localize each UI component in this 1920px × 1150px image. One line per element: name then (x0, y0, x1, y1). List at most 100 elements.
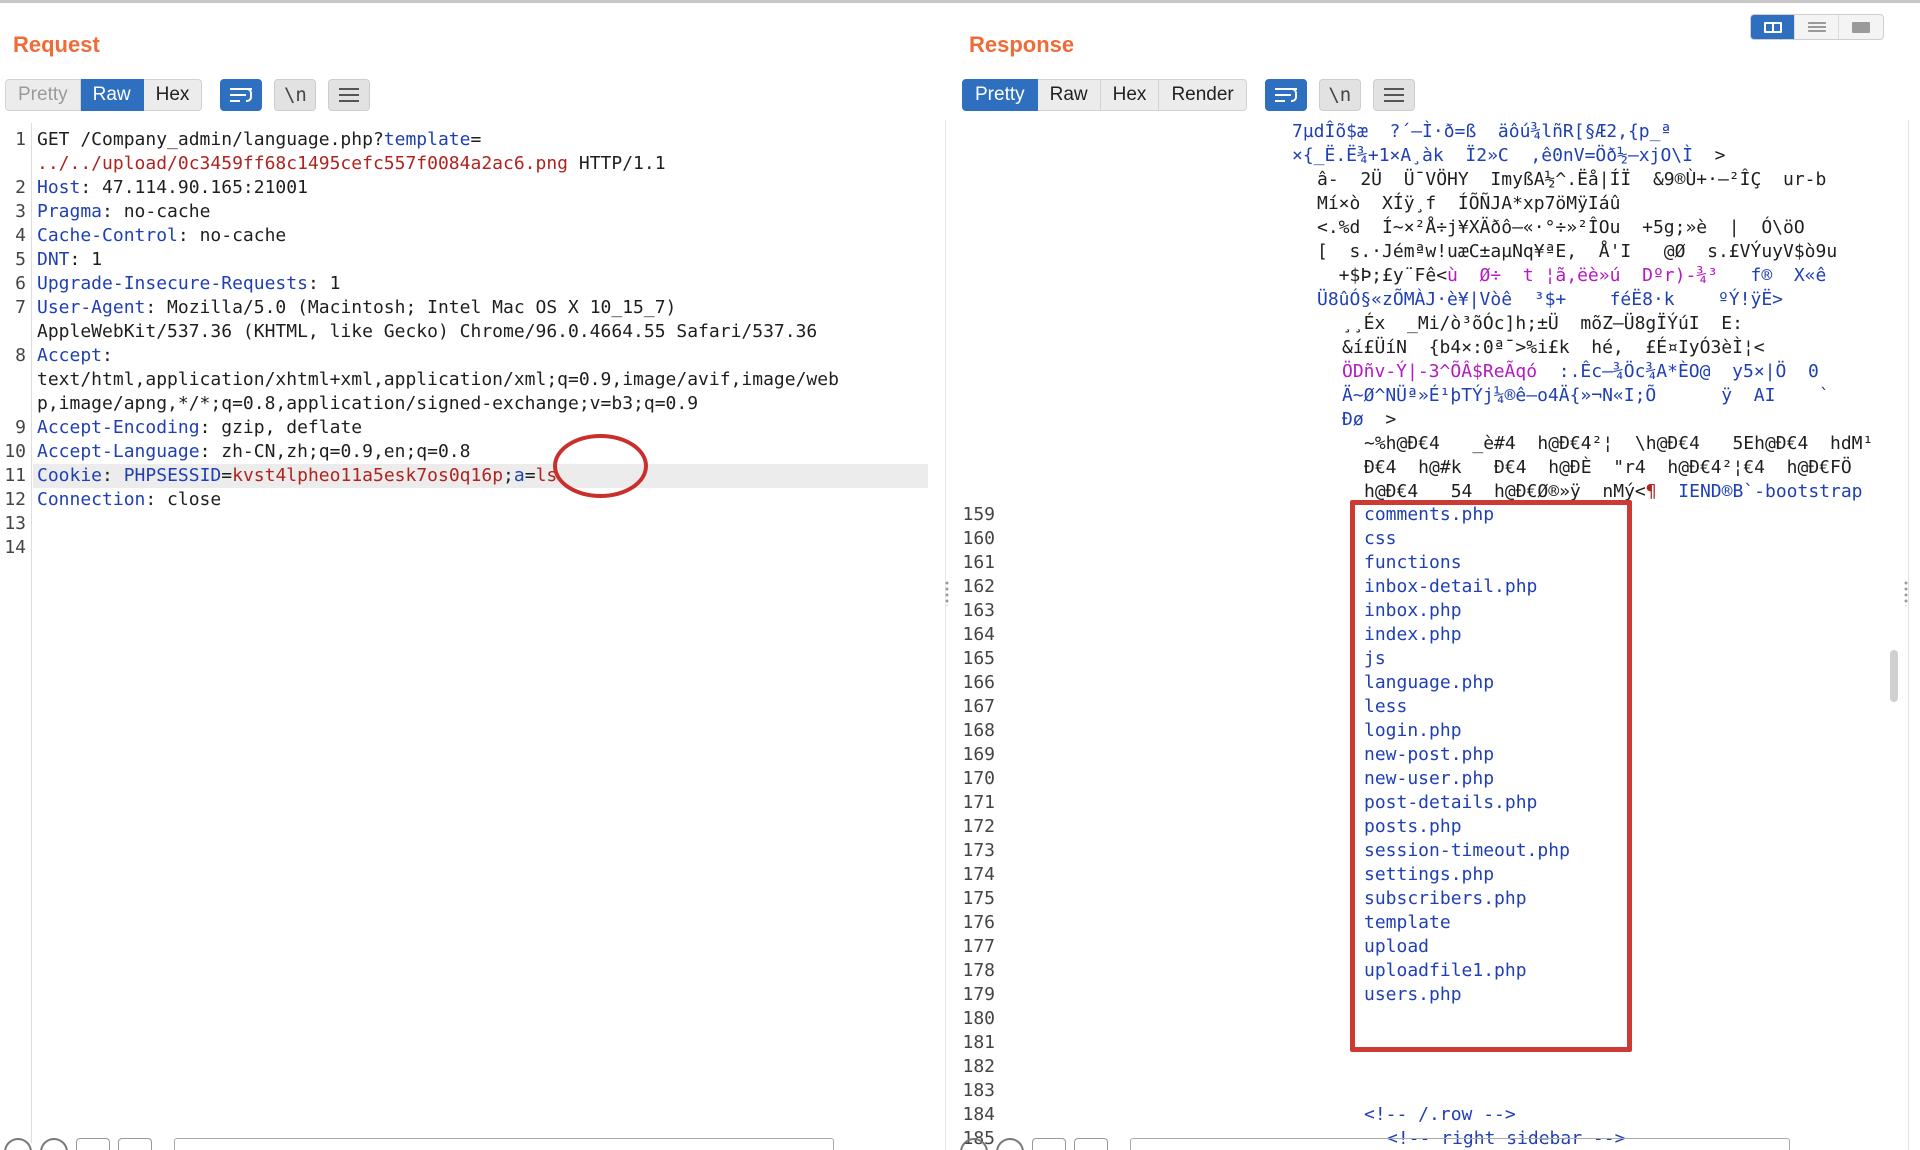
binary-segment: ×{_Ë.Ë¾+1×A¸àk Ï2»C ,ê0nV=Öð½–xjO\Ì (1292, 145, 1693, 166)
binary-segment: [ s.·Jémªw!uæC±aµNq¥ªE, Å'I @Ø s.£VÝuyV$… (1317, 241, 1838, 262)
line-code: p,image/apng,*/*;q=0.8,application/signe… (37, 392, 698, 416)
text-segment: p,image/apng,*/*;q=0.8,application/signe… (37, 393, 699, 414)
request-search-input[interactable] (174, 1138, 834, 1150)
line-number: 176 (962, 912, 995, 933)
text-segment: ; (503, 465, 514, 486)
line-number: 11 (4, 465, 26, 486)
back-button[interactable] (76, 1138, 110, 1150)
line-number: 10 (4, 441, 26, 462)
response-bottom-bar (960, 1138, 1790, 1150)
cookie-annotation-circle (553, 434, 648, 498)
text-segment: : Mozilla/5.0 (Macintosh; Intel Mac OS X… (145, 297, 677, 318)
line-code: GET /Company_admin/language.php?template… (37, 128, 481, 152)
response-binary-line: Ü8ûÓ§«zÕMÀJ·è¥|Vòê ³$+ féË8·k ºÝ!ÿË> (1317, 288, 1783, 312)
header-name: Upgrade-Insecure-Requests (37, 273, 308, 294)
request-line: 11 Cookie: PHPSESSID=kvst4lpheo11a5esk7os… (0, 464, 930, 488)
line-number: 2 (15, 177, 26, 198)
line-number: 162 (962, 576, 995, 597)
menu-icon[interactable] (328, 79, 371, 111)
line-code: AppleWebKit/537.36 (KHTML, like Gecko) C… (37, 320, 817, 344)
line-code: DNT: 1 (37, 248, 102, 272)
tab-hex[interactable]: Hex (143, 79, 203, 111)
request-line: 5 DNT: 1 (0, 248, 930, 272)
line-number: 172 (962, 816, 995, 837)
request-line: ../../upload/0c3459ff68c1495cefc557f0084… (0, 152, 930, 176)
text-segment: : (102, 465, 124, 486)
response-binary-line: &í£ÜíN {b4×:0ª¯>%i£k hé, £É¤IyÓ3èÌ¦< (1342, 336, 1765, 360)
response-binary-line: Ð€4 h@#k Ð€4 h@ÐÈ "r4 h@Ð€4²¦€4 h@Ð€FÖ (1364, 456, 1852, 480)
wrap-icon[interactable] (1264, 79, 1307, 111)
text-segment: : 1 (69, 249, 103, 270)
request-title: Request (13, 32, 100, 57)
forward-button[interactable] (1074, 1138, 1108, 1150)
binary-segment: ÖDñv-Ý|-3^ÕÂ$ReÃqó (1342, 361, 1538, 382)
tab-hex[interactable]: Hex (1100, 79, 1160, 111)
side-panel-handle[interactable] (1904, 580, 1908, 606)
response-binary-line: Mí×ò XÍÿ¸f ÍÕÑJA*xp7öMÿIáû (1317, 192, 1620, 216)
request-line: 10 Accept-Language: zh-CN,zh;q=0.9,en;q=0… (0, 440, 930, 464)
text-segment: : 1 (307, 273, 341, 294)
line-number: 177 (962, 936, 995, 957)
forward-button[interactable] (118, 1138, 152, 1150)
binary-segment: Ð€4 h@#k Ð€4 h@ÐÈ "r4 h@Ð€4²¦€4 h@Ð€FÖ (1364, 457, 1852, 478)
tab-pretty[interactable]: Pretty (5, 79, 81, 111)
request-line: 9 Accept-Encoding: gzip, deflate (0, 416, 930, 440)
line-number: 164 (962, 624, 995, 645)
request-line: p,image/apng,*/*;q=0.8,application/signe… (0, 392, 930, 416)
line-number: 5 (15, 249, 26, 270)
response-binary-line: ~%h@Ð€4 _è#4 h@Ð€4²¦ \h@Ð€4 5Eh@Ð€4 hdM¹ (1364, 432, 1873, 456)
pane-resize-handle[interactable] (945, 580, 949, 606)
line-number: 159 (962, 504, 995, 525)
layout-single-icon[interactable] (1839, 15, 1883, 39)
text-segment: : (102, 345, 113, 366)
tab-render[interactable]: Render (1159, 79, 1247, 111)
layout-rows-icon[interactable] (1795, 15, 1839, 39)
line-code: Accept-Language: zh-CN,zh;q=0.9,en;q=0.8 (37, 440, 471, 464)
line-code: Connection: close (37, 488, 221, 512)
tab-raw[interactable]: Raw (1037, 79, 1101, 111)
text-segment: = (470, 129, 482, 150)
binary-segment: ¶ (1645, 481, 1657, 502)
tab-raw[interactable]: Raw (80, 79, 144, 111)
text-segment: AppleWebKit/537.36 (KHTML, like Gecko) C… (37, 321, 818, 342)
header-name: PHPSESSID (123, 465, 222, 486)
line-number: 9 (15, 417, 26, 438)
request-line: 1 GET /Company_admin/language.php?templat… (0, 128, 930, 152)
response-binary-line: Ä~Ø^NÜª»É¹þTÝj¼®ê–o4Ä{»¬N«I;Õ ÿ AI ` (1342, 384, 1830, 408)
request-editor[interactable]: 1 GET /Company_admin/language.php?templat… (0, 123, 935, 1143)
request-line: 4 Cache-Control: no-cache (0, 224, 930, 248)
text-segment: GET /Company_admin/language.php? (37, 129, 384, 150)
pane-divider (945, 120, 946, 1150)
newline-icon[interactable]: \n (1318, 79, 1361, 111)
layout-split-icon[interactable] (1751, 15, 1795, 39)
menu-icon[interactable] (1372, 79, 1415, 111)
line-number: 4 (15, 225, 26, 246)
binary-segment: Ðø (1342, 409, 1364, 430)
layout-toggle[interactable] (1750, 14, 1884, 40)
binary-segment: ¸¸Éx _Mi/ò³õÓc]h;±Ü mõZ–Ü8gÏÝúI E: (1342, 313, 1743, 334)
binary-segment: Mí×ò XÍÿ¸f ÍÕÑJA*xp7öMÿIáû (1317, 193, 1621, 214)
right-border (1908, 120, 1909, 1150)
settings-icon[interactable] (996, 1138, 1024, 1150)
tab-pretty[interactable]: Pretty (962, 79, 1038, 111)
wrap-icon[interactable] (220, 79, 263, 111)
line-number: 171 (962, 792, 995, 813)
line-code: Accept: (37, 344, 113, 368)
help-icon[interactable] (960, 1138, 988, 1150)
response-search-input[interactable] (1130, 1138, 1790, 1150)
response-scrollbar[interactable] (1890, 650, 1898, 702)
help-icon[interactable] (4, 1138, 32, 1150)
request-line: 7 User-Agent: Mozilla/5.0 (Macintosh; Int… (0, 296, 930, 320)
line-code: Cookie: PHPSESSID=kvst4lpheo11a5esk7os0q… (37, 464, 557, 488)
line-number: 6 (15, 273, 26, 294)
text-segment: HTTP/1.1 (568, 153, 666, 174)
line-number: 170 (962, 768, 995, 789)
newline-icon[interactable]: \n (274, 79, 317, 111)
line-number: 178 (962, 960, 995, 981)
header-name: Accept-Encoding (37, 417, 200, 438)
line-code: Accept-Encoding: gzip, deflate (37, 416, 362, 440)
text-segment: : close (145, 489, 222, 510)
back-button[interactable] (1032, 1138, 1066, 1150)
settings-icon[interactable] (40, 1138, 68, 1150)
header-name: template (383, 129, 471, 150)
